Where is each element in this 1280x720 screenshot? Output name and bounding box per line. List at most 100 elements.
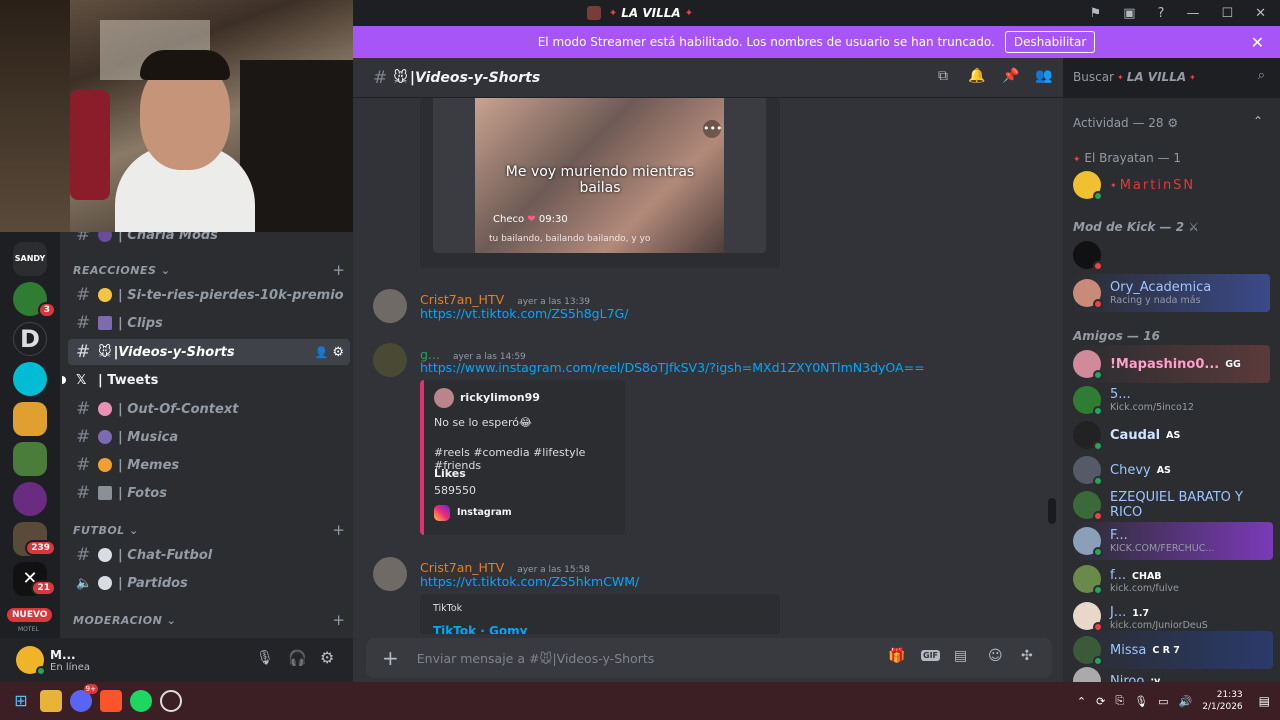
disable-streamer-mode-button[interactable]: Deshabilitar	[1004, 31, 1096, 53]
member-item[interactable]: Chevy AS	[1073, 451, 1273, 489]
message-author[interactable]: Crist7an_HTV	[420, 292, 504, 307]
avatar[interactable]	[373, 343, 407, 377]
message-link[interactable]: https://vt.tiktok.com/ZS5hkmCWM/	[420, 574, 639, 589]
embed-title[interactable]: TikTok · Gomy	[433, 624, 527, 634]
message-input[interactable]: Enviar mensaje a #🐭|Videos-y-Shorts	[417, 651, 655, 666]
user-info[interactable]: M... En línea	[50, 648, 90, 673]
channel-label: | Fotos	[118, 485, 167, 501]
message-author[interactable]: Crist7an_HTV	[420, 560, 504, 575]
channel-partidos[interactable]: 🔈 | Partidos	[68, 570, 350, 596]
windows-start-icon[interactable]: ⊞	[10, 690, 32, 712]
add-channel-icon[interactable]: +	[332, 521, 345, 539]
embed-author[interactable]: rickylimon99	[460, 391, 540, 404]
flag-icon[interactable]: ⚑	[1090, 6, 1102, 21]
server-sandy[interactable]: SANDY	[13, 242, 47, 276]
channel-charla-mods[interactable]: # | Charla Mods	[68, 232, 350, 248]
more-icon[interactable]: •••	[703, 120, 722, 138]
channel-clips[interactable]: # | Clips	[68, 310, 350, 336]
channel-out-of-context[interactable]: # | Out-Of-Context	[68, 396, 350, 422]
member-item[interactable]: J... 1.7 kick.com/JuniorDeuS	[1073, 597, 1273, 635]
search-input[interactable]: Buscar ✦ LA VILLA ✦ ⌕	[1063, 64, 1273, 90]
channel-musica[interactable]: # | Musica	[68, 424, 350, 450]
member-item[interactable]: 5... Kick.com/5inco12	[1073, 381, 1273, 419]
channel-chat-futbol[interactable]: # | Chat-Futbol	[68, 542, 350, 568]
channel-memes[interactable]: # | Memes	[68, 452, 350, 478]
microphone-icon[interactable]: 🎙	[256, 650, 274, 666]
activity-header[interactable]: Actividad — 28 ⚙	[1073, 116, 1178, 130]
add-channel-icon[interactable]: +	[332, 611, 345, 629]
emoji-icon[interactable]: ☺	[988, 648, 1003, 664]
gift-icon[interactable]: 🎁	[888, 648, 905, 664]
gif-icon[interactable]: GIF	[921, 650, 941, 661]
add-channel-icon[interactable]: +	[332, 261, 345, 279]
discord-icon[interactable]: 9+	[70, 684, 98, 712]
member-item[interactable]: F... KICK.COM/FERCHUC...	[1073, 522, 1273, 560]
add-member-icon[interactable]: 👤	[315, 346, 329, 359]
avatar[interactable]	[373, 557, 407, 591]
avatar[interactable]	[16, 646, 46, 676]
add-attachment-icon[interactable]: +	[382, 646, 399, 670]
category-futbol[interactable]: FUTBOL ⌄	[73, 524, 139, 537]
message-link[interactable]: https://vt.tiktok.com/ZS5h8gL7G/	[420, 306, 628, 321]
close-icon[interactable]: ✕	[1255, 6, 1266, 21]
bell-icon[interactable]: 🔔	[968, 68, 986, 86]
members-icon[interactable]: 👥	[1035, 68, 1053, 86]
close-icon[interactable]: ✕	[1251, 33, 1264, 52]
apps-icon[interactable]: ✣	[1021, 648, 1033, 664]
member-tag: AS	[1166, 429, 1181, 441]
channel-fotos[interactable]: # | Fotos	[68, 480, 350, 506]
pin-icon[interactable]: 📌	[1002, 68, 1020, 86]
hash-icon: #	[76, 427, 91, 447]
embed-description: No se lo esperó😂	[434, 416, 532, 429]
minimize-icon[interactable]: —	[1186, 6, 1199, 21]
server-icon[interactable]	[13, 402, 47, 436]
channel-si-te-ries[interactable]: # | Si-te-ries-pierdes-10k-premio	[68, 282, 350, 308]
file-explorer-icon[interactable]	[40, 690, 62, 712]
brave-icon[interactable]	[100, 690, 122, 712]
inbox-icon[interactable]: ▣	[1123, 6, 1135, 21]
help-icon[interactable]: ?	[1158, 6, 1165, 21]
server-icon[interactable]	[13, 482, 47, 516]
gear-icon[interactable]: ⚙	[320, 648, 334, 667]
windows-taskbar: ⊞ 9+ ⌃ ⟳ ⎘ 🎙 ▭ 🔊 21:33 2/1/2026 ▤	[0, 682, 1280, 720]
discord-app: ✦ LA VILLA ✦ ⚑ ▣ ? — ☐ ✕ SANDY 3 D 239 ✕…	[0, 0, 1280, 720]
member-item[interactable]	[1073, 236, 1273, 274]
obs-icon[interactable]	[160, 690, 182, 712]
server-icon[interactable]	[13, 362, 47, 396]
video-thumbnail[interactable]: Me voy muriendo mientras bailas Checo ❤ …	[433, 98, 766, 253]
threads-icon[interactable]: ⧉	[934, 68, 952, 86]
notifications-icon[interactable]: ▤	[1259, 694, 1270, 708]
usb-icon[interactable]: ⎘	[1115, 694, 1124, 708]
headphones-icon[interactable]: 🎧	[288, 649, 307, 667]
clock[interactable]: 21:33 2/1/2026	[1202, 689, 1242, 713]
volume-icon[interactable]: 🔊	[1179, 695, 1193, 708]
window-controls: ⚑ ▣ ? — ☐ ✕	[1090, 0, 1266, 26]
member-item[interactable]: EZEQUIEL BARATO Y RICO	[1073, 486, 1273, 524]
server-icon[interactable]	[13, 442, 47, 476]
channel-videos-y-shorts[interactable]: # 🐭 |Videos-y-Shorts 👤 ⚙	[68, 339, 350, 365]
message-link[interactable]: https://www.instagram.com/reel/DS8oTJfkS…	[420, 360, 925, 375]
member-item[interactable]: Caudal AS	[1073, 416, 1273, 454]
chevron-up-icon[interactable]: ⌃	[1253, 114, 1263, 128]
member-item[interactable]: ✦ MartinSN	[1073, 166, 1273, 204]
maximize-icon[interactable]: ☐	[1221, 6, 1233, 21]
server-icon[interactable]: D	[13, 322, 47, 356]
member-item[interactable]: !Mapashino0... GG	[1073, 345, 1270, 383]
network-icon[interactable]: ▭	[1158, 695, 1168, 708]
category-moderacion[interactable]: MODERACION ⌄	[73, 614, 176, 627]
chevron-up-icon[interactable]: ⌃	[1077, 695, 1086, 708]
member-item[interactable]: Niroo :v	[1073, 662, 1273, 682]
member-item[interactable]: Ory_Academica Racing y nada más	[1073, 274, 1270, 312]
server-icon	[586, 6, 601, 20]
microphone-icon[interactable]: 🎙	[1134, 695, 1148, 708]
member-item[interactable]: f... CHAB kick.com/fulve	[1073, 560, 1273, 598]
sticker-icon[interactable]: ▤	[954, 648, 967, 664]
category-reacciones[interactable]: REACCIONES ⌄	[73, 264, 170, 277]
scrollbar-thumb[interactable]	[1048, 498, 1056, 524]
channel-tweets[interactable]: 𝕏 | Tweets	[62, 367, 350, 393]
avatar[interactable]	[373, 289, 407, 323]
channel-label: | Charla Mods	[118, 232, 218, 243]
spotify-icon[interactable]	[130, 690, 152, 712]
gear-icon[interactable]: ⚙	[332, 345, 344, 360]
sync-icon[interactable]: ⟳	[1096, 695, 1105, 708]
